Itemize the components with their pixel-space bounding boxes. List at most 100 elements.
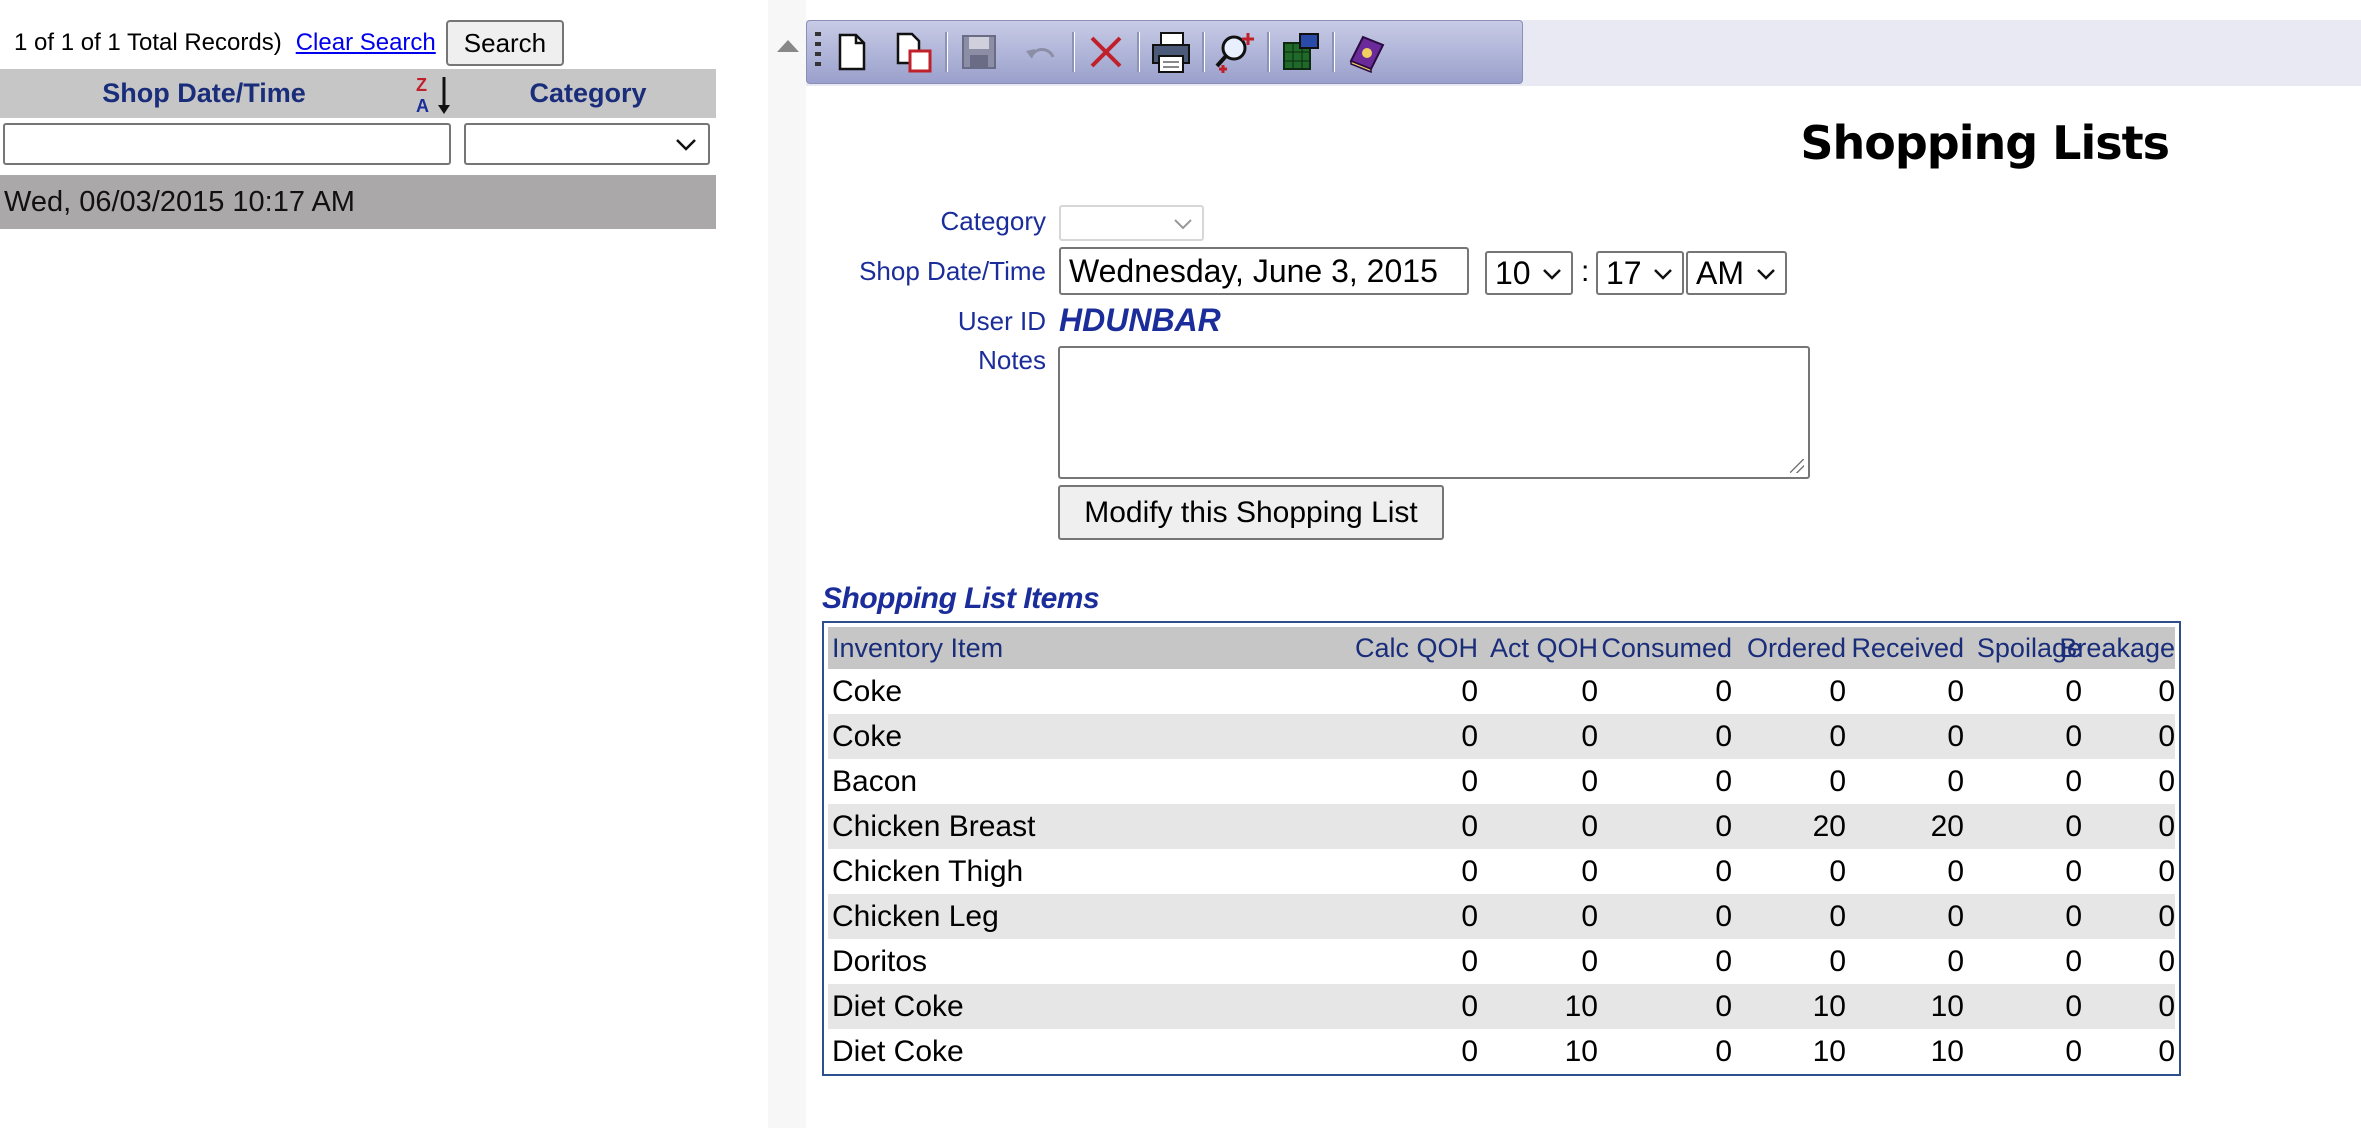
cell-received: 0 bbox=[1947, 944, 1964, 978]
cell-received: 0 bbox=[1947, 764, 1964, 798]
cell-consumed: 0 bbox=[1715, 1034, 1732, 1068]
table-row[interactable]: Doritos 0 0 0 0 0 0 0 bbox=[828, 939, 2175, 984]
chevron-down-icon bbox=[1543, 269, 1561, 280]
cell-breakage: 0 bbox=[2158, 674, 2175, 708]
export-icon[interactable] bbox=[1270, 24, 1332, 80]
save-icon[interactable] bbox=[948, 24, 1010, 80]
cell-received: 10 bbox=[1930, 989, 1964, 1023]
svg-text:A: A bbox=[416, 96, 429, 115]
cell-act-qoh: 0 bbox=[1581, 854, 1598, 888]
modify-button[interactable]: Modify this Shopping List bbox=[1058, 485, 1444, 540]
cell-spoilage: 0 bbox=[2065, 764, 2082, 798]
notes-textarea[interactable] bbox=[1058, 346, 1810, 479]
col-breakage: Breakage bbox=[2059, 632, 2175, 663]
clear-search-link[interactable]: Clear Search bbox=[296, 29, 436, 57]
cell-calc-qoh: 0 bbox=[1461, 899, 1478, 933]
cell-inventory-item: Coke bbox=[832, 674, 903, 708]
cell-received: 10 bbox=[1930, 1034, 1964, 1068]
undo-icon[interactable] bbox=[1010, 24, 1072, 80]
cell-spoilage: 0 bbox=[2065, 854, 2082, 888]
category-filter-select[interactable] bbox=[464, 123, 710, 165]
record-row[interactable]: Wed, 06/03/2015 10:17 AM bbox=[0, 175, 716, 229]
cell-ordered: 0 bbox=[1829, 854, 1846, 888]
notes-label: Notes bbox=[978, 345, 1046, 375]
column-category[interactable]: Category bbox=[460, 69, 716, 118]
table-row[interactable]: Chicken Leg 0 0 0 0 0 0 0 bbox=[828, 894, 2175, 939]
cell-calc-qoh: 0 bbox=[1461, 764, 1478, 798]
cell-act-qoh: 0 bbox=[1581, 809, 1598, 843]
cell-breakage: 0 bbox=[2158, 989, 2175, 1023]
col-calc-qoh: Calc QOH bbox=[1354, 632, 1478, 663]
cell-spoilage: 0 bbox=[2065, 989, 2082, 1023]
table-row[interactable]: Coke 0 0 0 0 0 0 0 bbox=[828, 669, 2175, 714]
cell-calc-qoh: 0 bbox=[1461, 809, 1478, 843]
cell-act-qoh: 0 bbox=[1581, 944, 1598, 978]
cell-inventory-item: Chicken Thigh bbox=[832, 854, 1024, 888]
cell-calc-qoh: 0 bbox=[1461, 719, 1478, 753]
cell-breakage: 0 bbox=[2158, 944, 2175, 978]
items-section-header: Shopping List Items bbox=[822, 582, 1100, 615]
cell-consumed: 0 bbox=[1715, 764, 1732, 798]
table-row[interactable]: Chicken Thigh 0 0 0 0 0 0 0 bbox=[828, 849, 2175, 894]
delete-icon[interactable] bbox=[1075, 24, 1137, 80]
hour-value: 10 bbox=[1495, 254, 1531, 291]
table-row[interactable]: Coke 0 0 0 0 0 0 0 bbox=[828, 714, 2175, 759]
category-label: Category bbox=[940, 206, 1047, 236]
minute-value: 17 bbox=[1606, 254, 1642, 291]
hour-select[interactable]: 10 bbox=[1485, 251, 1573, 295]
pane-splitter[interactable] bbox=[768, 0, 806, 1128]
shop-date-input[interactable]: Wednesday, June 3, 2015 bbox=[1059, 247, 1469, 295]
cell-consumed: 0 bbox=[1715, 854, 1732, 888]
col-act-qoh: Act QOH bbox=[1489, 632, 1598, 663]
items-table-header: Inventory Item Calc QOH Act QOH Consumed… bbox=[828, 627, 2175, 669]
ampm-select[interactable]: AM bbox=[1686, 251, 1787, 295]
search-button[interactable]: Search bbox=[445, 20, 565, 66]
column-shop-date-time[interactable]: Shop Date/Time bbox=[0, 69, 408, 118]
cell-spoilage: 0 bbox=[2065, 944, 2082, 978]
cell-ordered: 0 bbox=[1829, 944, 1846, 978]
items-table: Inventory Item Calc QOH Act QOH Consumed… bbox=[822, 621, 2181, 1076]
chevron-down-icon bbox=[676, 139, 696, 151]
cell-received: 0 bbox=[1947, 854, 1964, 888]
copy-icon[interactable] bbox=[883, 24, 945, 80]
cell-consumed: 0 bbox=[1715, 674, 1732, 708]
chevron-down-icon bbox=[1174, 219, 1192, 230]
cell-spoilage: 0 bbox=[2065, 809, 2082, 843]
collapse-arrow-icon[interactable] bbox=[777, 40, 799, 52]
cell-ordered: 10 bbox=[1812, 1034, 1846, 1068]
cell-spoilage: 0 bbox=[2065, 719, 2082, 753]
toolbar bbox=[806, 20, 1523, 84]
resize-grip-icon[interactable] bbox=[1790, 459, 1804, 473]
cell-ordered: 0 bbox=[1829, 719, 1846, 753]
table-row[interactable]: Bacon 0 0 0 0 0 0 0 bbox=[828, 759, 2175, 804]
cell-act-qoh: 0 bbox=[1581, 674, 1598, 708]
table-row[interactable]: Diet Coke 0 10 0 10 10 0 0 bbox=[828, 1029, 2175, 1074]
sort-za-icon[interactable]: Z A bbox=[414, 73, 454, 116]
table-row[interactable]: Diet Coke 0 10 0 10 10 0 0 bbox=[828, 984, 2175, 1029]
date-filter-input[interactable] bbox=[3, 123, 451, 165]
time-separator: : bbox=[1581, 255, 1590, 288]
minute-select[interactable]: 17 bbox=[1596, 251, 1684, 295]
print-icon[interactable] bbox=[1140, 24, 1202, 80]
new-icon[interactable] bbox=[821, 24, 883, 80]
cell-ordered: 0 bbox=[1829, 764, 1846, 798]
chevron-down-icon bbox=[1654, 269, 1672, 280]
cell-calc-qoh: 0 bbox=[1461, 854, 1478, 888]
table-row[interactable]: Chicken Breast 0 0 0 20 20 0 0 bbox=[828, 804, 2175, 849]
cell-spoilage: 0 bbox=[2065, 674, 2082, 708]
cell-inventory-item: Diet Coke bbox=[832, 989, 964, 1023]
cell-act-qoh: 10 bbox=[1564, 989, 1598, 1023]
page-title: Shopping Lists bbox=[1800, 116, 2170, 170]
cell-act-qoh: 0 bbox=[1581, 899, 1598, 933]
cell-inventory-item: Diet Coke bbox=[832, 1034, 964, 1068]
cell-consumed: 0 bbox=[1715, 809, 1732, 843]
category-select[interactable] bbox=[1059, 205, 1204, 241]
cell-received: 20 bbox=[1930, 809, 1964, 843]
cell-spoilage: 0 bbox=[2065, 899, 2082, 933]
cell-ordered: 10 bbox=[1812, 989, 1846, 1023]
svg-text:Z: Z bbox=[416, 75, 427, 95]
find-icon[interactable] bbox=[1205, 24, 1267, 80]
cell-breakage: 0 bbox=[2158, 809, 2175, 843]
cell-received: 0 bbox=[1947, 674, 1964, 708]
help-book-icon[interactable] bbox=[1335, 24, 1397, 80]
